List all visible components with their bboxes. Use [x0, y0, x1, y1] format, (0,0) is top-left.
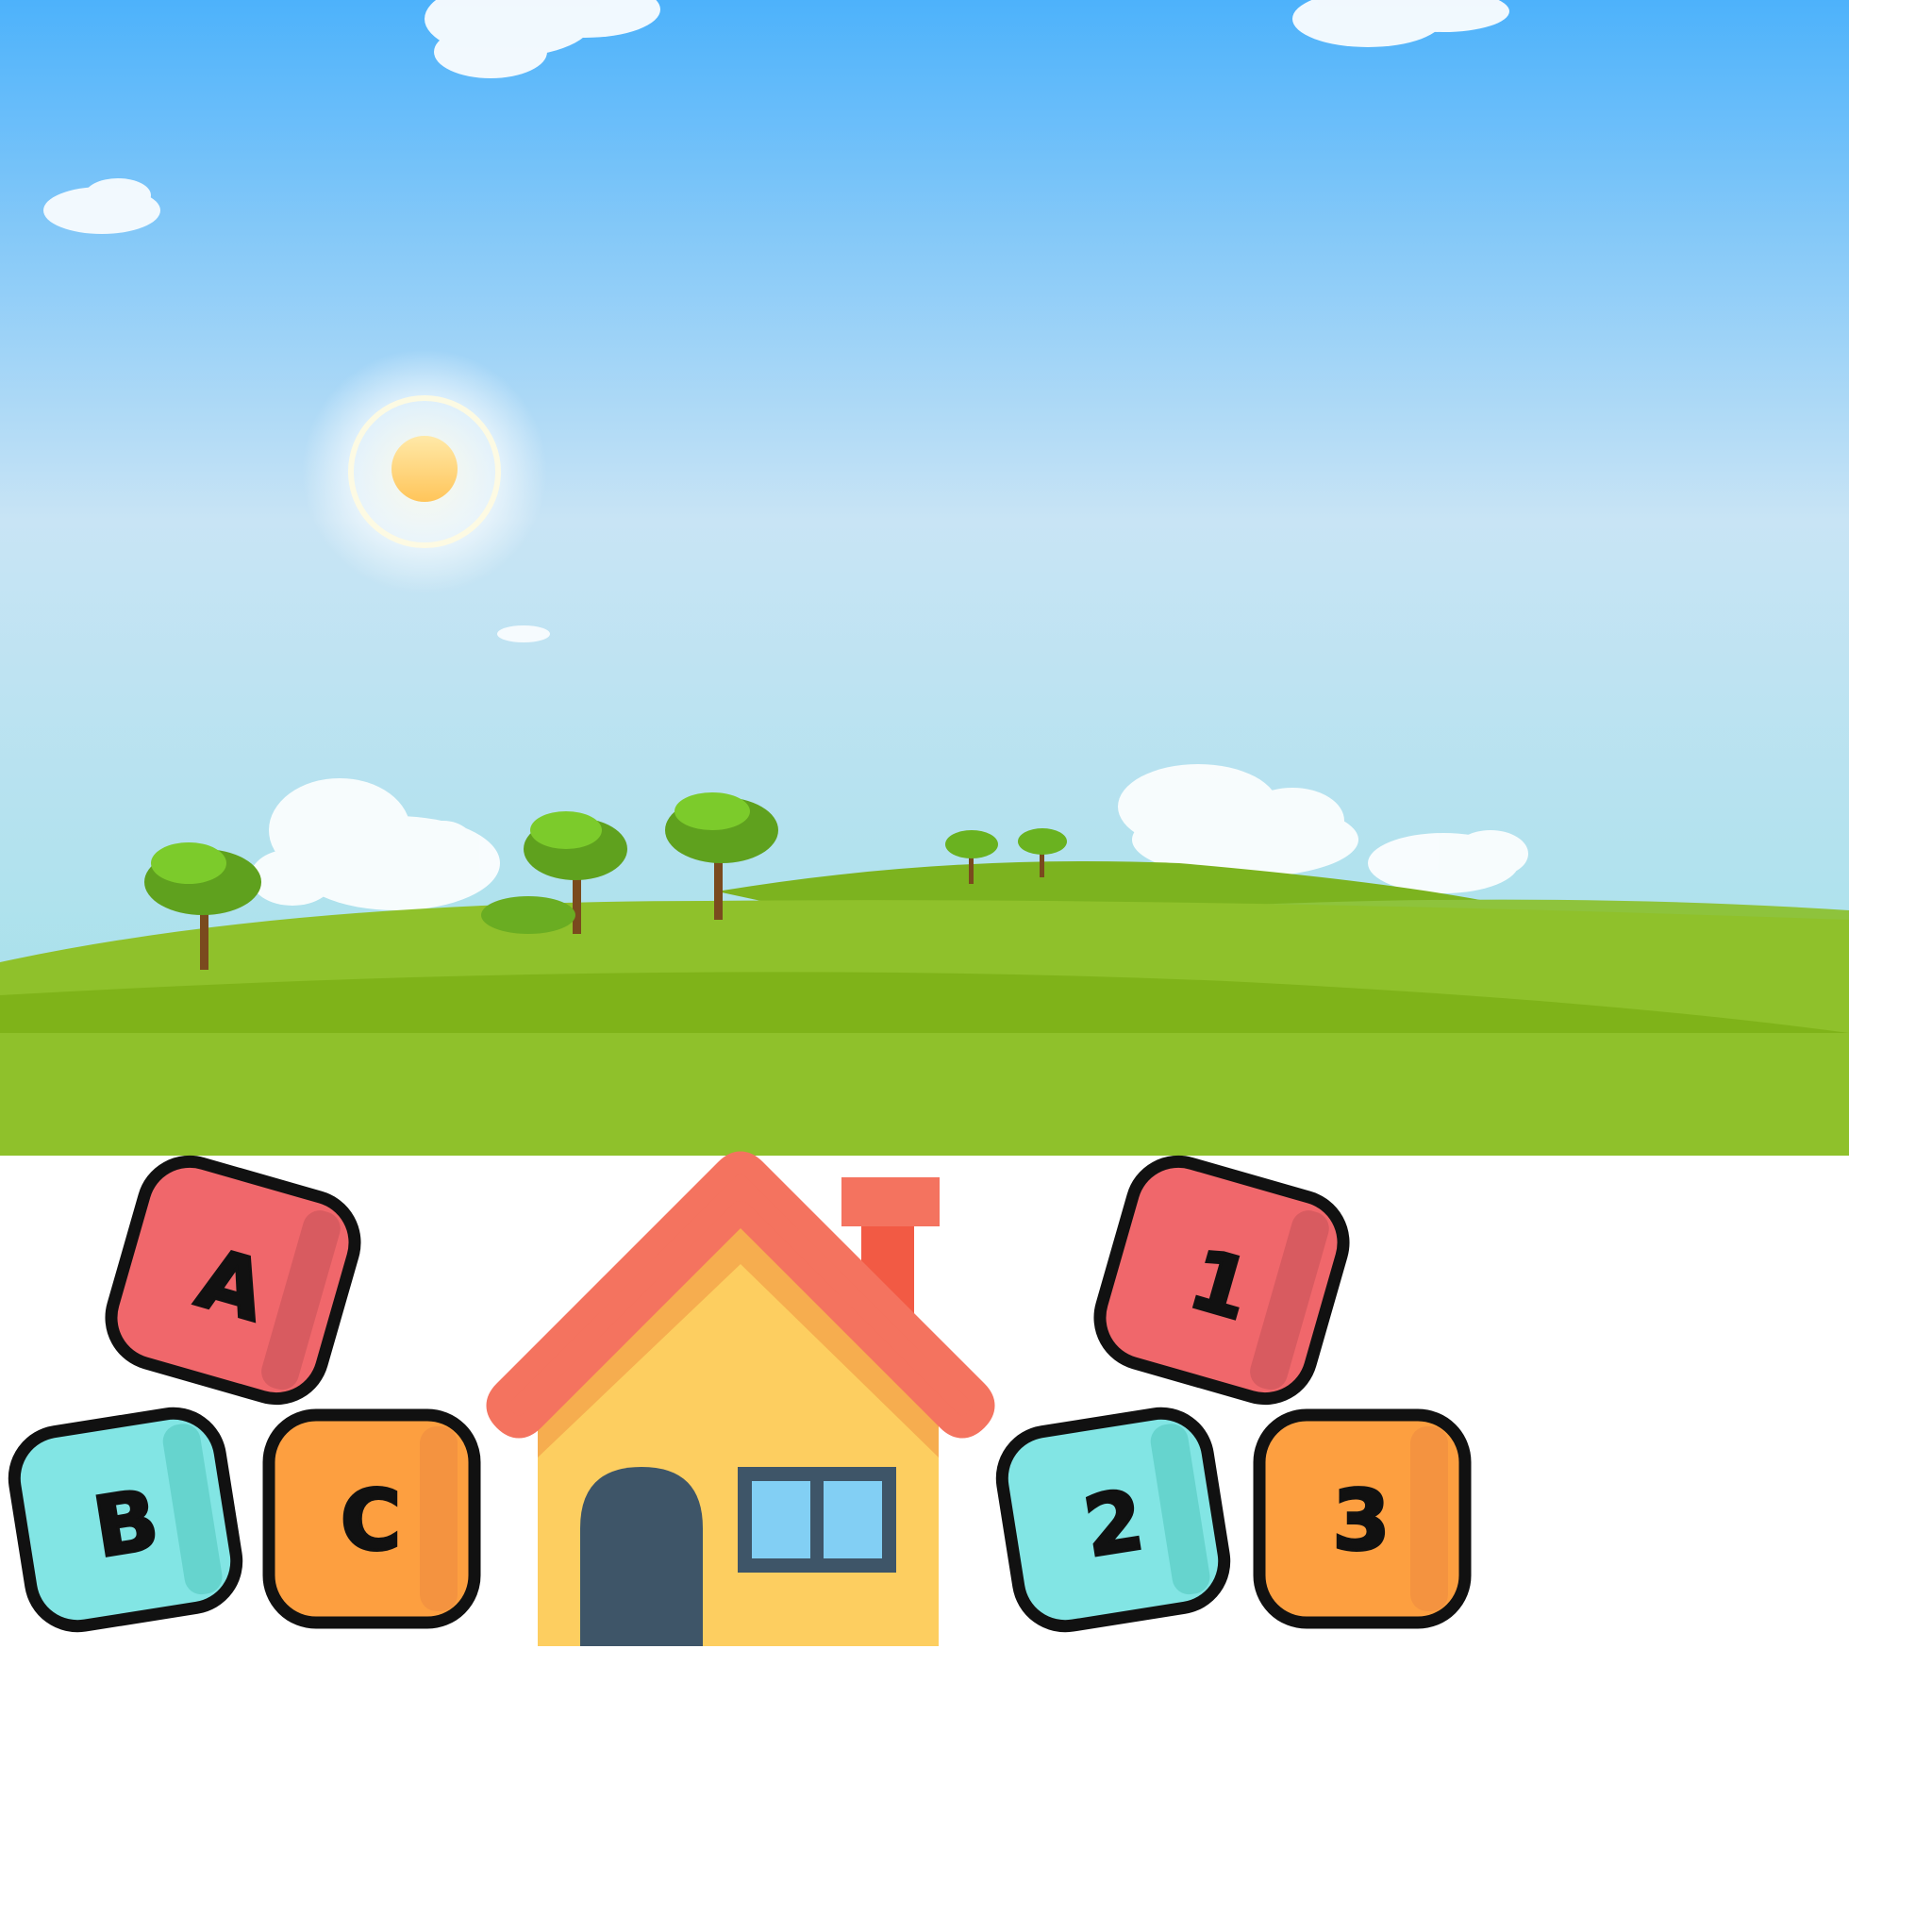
- letter-blocks: A B C: [8, 1151, 481, 1633]
- block-A[interactable]: A: [100, 1151, 366, 1410]
- house-window-pane[interactable]: [824, 1481, 882, 1558]
- bush: [481, 896, 575, 934]
- block-B[interactable]: B: [8, 1407, 243, 1633]
- sun-icon: [302, 349, 547, 594]
- block-2[interactable]: 2: [995, 1407, 1231, 1633]
- cloud-icon: [497, 625, 550, 642]
- house-chimney-cap: [841, 1177, 940, 1226]
- number-blocks: 1 2 3: [995, 1151, 1472, 1633]
- block-1[interactable]: 1: [1089, 1151, 1355, 1410]
- grass-strip: [0, 1033, 1849, 1156]
- block-label: C: [341, 1473, 402, 1570]
- block-label: 3: [1332, 1473, 1390, 1570]
- house-window-pane[interactable]: [752, 1481, 810, 1558]
- house-icon[interactable]: [486, 1151, 995, 1647]
- scene-canvas: A B C 1 2 3: [0, 0, 1849, 1647]
- block-3[interactable]: 3: [1253, 1408, 1472, 1629]
- block-C[interactable]: C: [262, 1408, 481, 1629]
- landscape-background: [0, 0, 1849, 1156]
- game-stage: A B C 1 2 3: [0, 0, 1932, 1932]
- house-door[interactable]: [580, 1467, 703, 1646]
